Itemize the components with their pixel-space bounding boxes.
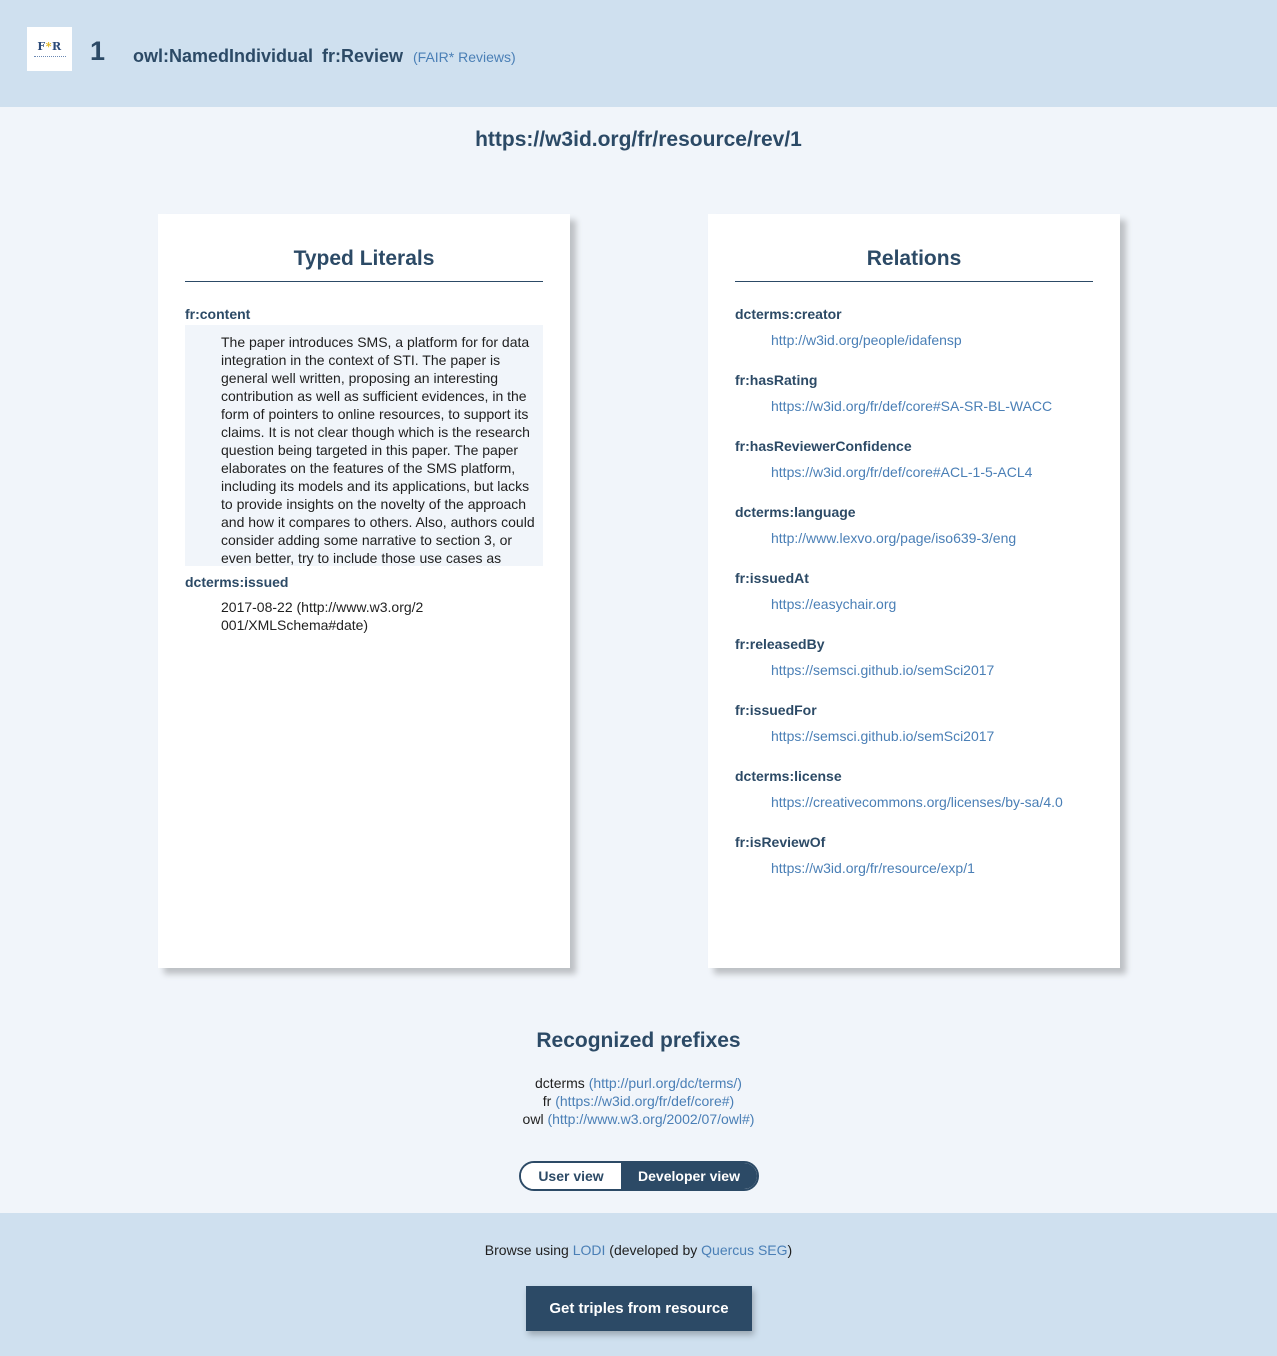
relation-property-label: fr:isReviewOf bbox=[735, 834, 826, 850]
content-value-text: The paper introduces SMS, a platform for… bbox=[221, 334, 535, 566]
relation-property-label: fr:releasedBy bbox=[735, 636, 825, 652]
relation-item: dcterms:language http://www.lexvo.org/pag… bbox=[735, 504, 1093, 546]
source-link[interactable]: (FAIR* Reviews) bbox=[413, 49, 516, 65]
browse-text: Browse using bbox=[484, 1242, 573, 1258]
typed-literals-title: Typed Literals bbox=[185, 247, 543, 282]
prefix-row: owl (http://www.w3.org/2002/07/owl#) bbox=[0, 1110, 1277, 1128]
typed-literals-card: Typed Literals fr:content The paper intr… bbox=[158, 214, 570, 968]
relation-property-label: dcterms:license bbox=[735, 768, 842, 784]
relation-property-label: fr:hasReviewerConfidence bbox=[735, 438, 912, 454]
relation-value-link[interactable]: https://w3id.org/fr/def/core#SA-SR-BL-WA… bbox=[735, 388, 1093, 414]
relation-property-label: fr:issuedAt bbox=[735, 570, 809, 586]
footer: Browse using LODI (developed by Quercus … bbox=[0, 1213, 1277, 1356]
relation-value-link[interactable]: https://semsci.github.io/semSci2017 bbox=[735, 652, 1093, 678]
relation-item: fr:hasRating https://w3id.org/fr/def/core… bbox=[735, 372, 1093, 414]
get-triples-button[interactable]: Get triples from resource bbox=[526, 1286, 752, 1331]
relation-item: fr:releasedBy https://semsci.github.io/se… bbox=[735, 636, 1093, 678]
user-view-button[interactable]: User view bbox=[521, 1163, 621, 1189]
relation-property-label: dcterms:creator bbox=[735, 306, 842, 322]
issued-value: 2017-08-22 (http://www.w3.org/2001/XMLSc… bbox=[185, 590, 543, 634]
logo-underline bbox=[33, 55, 66, 59]
resource-types: owl:NamedIndividual fr:Review bbox=[133, 46, 403, 67]
prefix-uri-link[interactable]: (http://purl.org/dc/terms/) bbox=[589, 1075, 742, 1091]
relation-value-link[interactable]: https://semsci.github.io/semSci2017 bbox=[735, 718, 1093, 744]
type-review: fr:Review bbox=[322, 46, 404, 66]
page-title: https://w3id.org/fr/resource/rev/1 bbox=[475, 128, 802, 151]
fair-reviews-logo[interactable]: F*R bbox=[27, 27, 72, 71]
content-value-scrollbox[interactable]: The paper introduces SMS, a platform for… bbox=[185, 325, 543, 566]
lodi-link[interactable]: LODI bbox=[573, 1242, 606, 1258]
relation-item: fr:isReviewOf https://w3id.org/fr/resourc… bbox=[735, 834, 1093, 876]
relation-value-link[interactable]: https://w3id.org/fr/def/core#ACL-1-5-ACL… bbox=[735, 454, 1093, 480]
quercus-link[interactable]: Quercus SEG bbox=[701, 1242, 787, 1258]
closing-paren: ) bbox=[787, 1242, 793, 1258]
prefixes-list: dcterms (http://purl.org/dc/terms/) fr (h… bbox=[0, 1074, 1277, 1128]
relation-item: dcterms:license https://creativecommons.o… bbox=[735, 768, 1093, 810]
relation-property-label: fr:hasRating bbox=[735, 372, 818, 388]
issued-value-text: 2017-08-22 (http://www.w3.org/2001/XMLSc… bbox=[221, 599, 424, 633]
footer-credits: Browse using LODI (developed by Quercus … bbox=[0, 1242, 1277, 1258]
developed-by-text: (developed by bbox=[605, 1242, 702, 1258]
developer-view-button[interactable]: Developer view bbox=[621, 1163, 757, 1189]
relation-item: dcterms:creator http://w3id.org/people/id… bbox=[735, 306, 1093, 348]
relation-value-link[interactable]: https://w3id.org/fr/resource/exp/1 bbox=[735, 850, 1093, 876]
relation-value-link[interactable]: https://creativecommons.org/licenses/by-… bbox=[735, 784, 1093, 810]
type-named-individual: owl:NamedIndividual bbox=[133, 46, 314, 66]
prefix-uri-link[interactable]: (http://www.w3.org/2002/07/owl#) bbox=[547, 1111, 754, 1127]
relation-value-link[interactable]: http://w3id.org/people/idafensp bbox=[735, 322, 1093, 348]
issued-property-label: dcterms:issued bbox=[185, 574, 289, 590]
relation-value-link[interactable]: https://easychair.org bbox=[735, 586, 1093, 612]
resource-number: 1 bbox=[90, 36, 106, 66]
prefixes-title: Recognized prefixes bbox=[536, 1029, 741, 1052]
header-bar: F*R 1 owl:NamedIndividual fr:Review (FAI… bbox=[0, 0, 1277, 107]
prefix-name: dcterms bbox=[535, 1075, 585, 1091]
relations-card: Relations dcterms:creator http://w3id.org… bbox=[708, 214, 1120, 968]
prefix-uri-link[interactable]: (https://w3id.org/fr/def/core#) bbox=[555, 1093, 734, 1109]
prefix-name: owl bbox=[522, 1111, 544, 1127]
relations-list: dcterms:creator http://w3id.org/people/id… bbox=[735, 306, 1093, 876]
view-toggle: User view Developer view bbox=[519, 1161, 759, 1191]
prefix-row: fr (https://w3id.org/fr/def/core#) bbox=[0, 1092, 1277, 1110]
relations-title: Relations bbox=[735, 247, 1093, 282]
relation-value-link[interactable]: http://www.lexvo.org/page/iso639-3/eng bbox=[735, 520, 1093, 546]
relation-item: fr:issuedFor https://semsci.github.io/sem… bbox=[735, 702, 1093, 744]
prefix-row: dcterms (http://purl.org/dc/terms/) bbox=[0, 1074, 1277, 1092]
relation-property-label: fr:issuedFor bbox=[735, 702, 817, 718]
relation-item: fr:hasReviewerConfidence https://w3id.org… bbox=[735, 438, 1093, 480]
prefix-name: fr bbox=[542, 1093, 552, 1109]
content-property-label: fr:content bbox=[185, 306, 251, 322]
relation-property-label: dcterms:language bbox=[735, 504, 856, 520]
logo-mark: F*R bbox=[37, 39, 62, 53]
relation-item: fr:issuedAt https://easychair.org bbox=[735, 570, 1093, 612]
